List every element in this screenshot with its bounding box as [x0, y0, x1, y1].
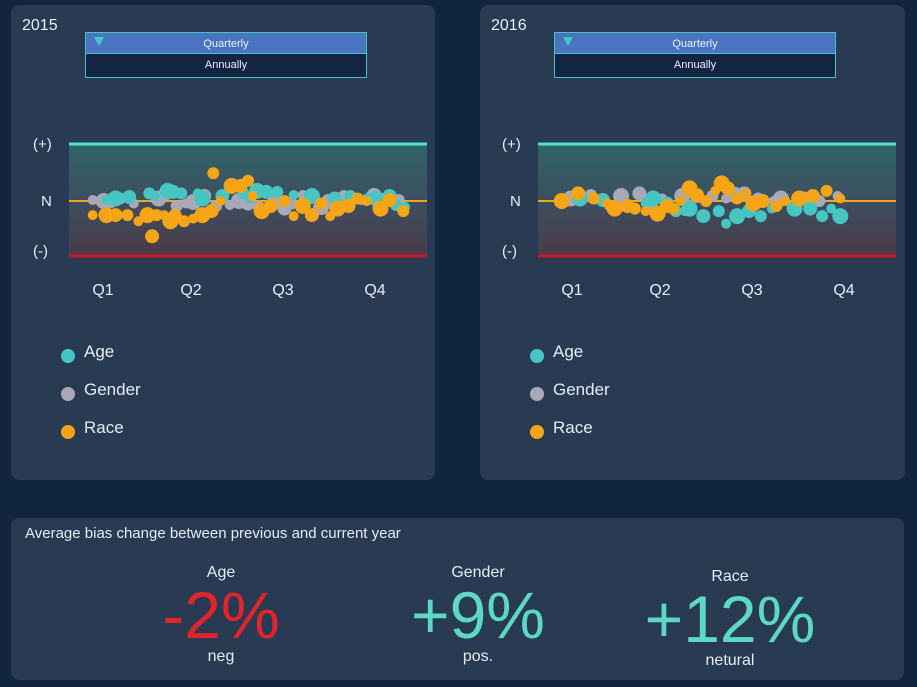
x-tick-label: Q4	[364, 282, 385, 299]
data-point-age[interactable]	[712, 205, 725, 218]
data-point-race[interactable]	[553, 193, 570, 209]
metric-age: Age -2% neg	[111, 564, 331, 666]
data-point-race[interactable]	[361, 196, 372, 206]
data-point-race[interactable]	[108, 208, 123, 223]
data-point-race[interactable]	[397, 205, 410, 218]
data-point-age[interactable]	[107, 190, 124, 207]
data-point-age[interactable]	[149, 191, 160, 201]
data-point-age[interactable]	[721, 218, 732, 229]
legend-dot-icon	[61, 387, 75, 401]
x-tick-label: Q1	[561, 282, 582, 299]
data-point-race[interactable]	[587, 192, 600, 205]
metric-value: +12%	[644, 582, 816, 656]
legend-dot-icon	[61, 425, 75, 439]
metric-race: Race +12% netural	[620, 568, 840, 670]
data-point-age[interactable]	[816, 210, 829, 223]
data-point-race[interactable]	[247, 191, 258, 201]
x-tick-label: Q3	[272, 282, 293, 299]
data-point-age[interactable]	[754, 210, 767, 223]
data-point-race[interactable]	[755, 194, 770, 208]
data-point-race[interactable]	[721, 181, 735, 196]
data-point-race[interactable]	[121, 209, 134, 222]
data-point-race[interactable]	[207, 167, 220, 180]
data-point-age[interactable]	[175, 187, 188, 200]
data-point-age[interactable]	[288, 190, 299, 200]
data-point-race[interactable]	[835, 193, 846, 204]
metric-gender: Gender +9% pos.	[368, 564, 588, 666]
data-point-race[interactable]	[315, 197, 328, 210]
summary-title: Average bias change between previous and…	[25, 525, 401, 542]
x-tick-label: Q1	[92, 282, 113, 299]
y-tick-label: (+)	[33, 136, 52, 153]
data-point-race[interactable]	[304, 208, 319, 223]
x-tick-label: Q3	[741, 282, 762, 299]
data-point-race[interactable]	[288, 211, 299, 222]
data-point-gender[interactable]	[632, 186, 647, 201]
data-point-race[interactable]	[278, 195, 291, 207]
data-point-age[interactable]	[194, 190, 211, 207]
data-point-age[interactable]	[259, 184, 274, 199]
y-tick-label: (-)	[33, 243, 48, 260]
data-point-race[interactable]	[242, 174, 254, 187]
data-point-race[interactable]	[628, 202, 641, 215]
data-point-age[interactable]	[832, 208, 849, 225]
data-point-race[interactable]	[178, 215, 191, 228]
data-point-age[interactable]	[696, 209, 711, 224]
metric-value: -2%	[162, 578, 280, 652]
legend-dot-icon	[530, 425, 544, 439]
data-point-race[interactable]	[215, 196, 226, 206]
data-point-race[interactable]	[145, 229, 160, 244]
legend-dot-icon	[530, 387, 544, 401]
chart-panel-2015: 2015 Quarterly Annually (+) N (-) Q1 Q2 Q3 Q4 …	[11, 5, 435, 480]
data-point-race[interactable]	[820, 184, 833, 197]
metric-value: +9%	[411, 578, 545, 652]
data-point-age[interactable]	[122, 190, 137, 204]
metric-sub: pos.	[462, 648, 494, 665]
chart-panel-2016: 2016 Quarterly Annually (+) N (-) Q1 Q2 Q3 Q4 …	[480, 5, 905, 480]
data-point-race[interactable]	[675, 196, 686, 206]
summary-panel: Average bias change between previous and…	[11, 518, 904, 680]
data-point-race[interactable]	[87, 210, 98, 221]
data-point-race[interactable]	[571, 186, 586, 201]
data-point-race[interactable]	[805, 189, 820, 203]
y-tick-label: (-)	[502, 243, 517, 260]
data-point-race[interactable]	[351, 192, 364, 205]
data-point-race[interactable]	[382, 193, 397, 207]
data-point-race[interactable]	[640, 206, 651, 217]
y-tick-label: (+)	[502, 136, 521, 153]
legend-dot-icon	[61, 349, 75, 363]
x-tick-label: Q2	[180, 282, 201, 299]
scatter-chart-2015: (+) N (-) Q1 Q2 Q3 Q4	[33, 136, 427, 299]
data-point-race[interactable]	[791, 190, 808, 207]
data-point-race[interactable]	[204, 204, 219, 219]
x-tick-label: Q4	[833, 282, 854, 299]
x-tick-label: Q2	[649, 282, 670, 299]
data-point-race[interactable]	[606, 200, 623, 217]
scatter-chart-2016: (+) N (-) Q1 Q2 Q3 Q4	[502, 136, 896, 299]
data-point-race[interactable]	[263, 199, 278, 213]
y-tick-label: N	[510, 193, 521, 210]
y-tick-label: N	[41, 193, 52, 210]
metric-sub: neg	[207, 648, 235, 665]
data-point-race[interactable]	[780, 196, 791, 206]
data-point-age[interactable]	[803, 201, 818, 216]
data-point-age[interactable]	[645, 190, 662, 207]
data-point-race[interactable]	[700, 195, 712, 207]
legend-dot-icon	[530, 349, 544, 363]
